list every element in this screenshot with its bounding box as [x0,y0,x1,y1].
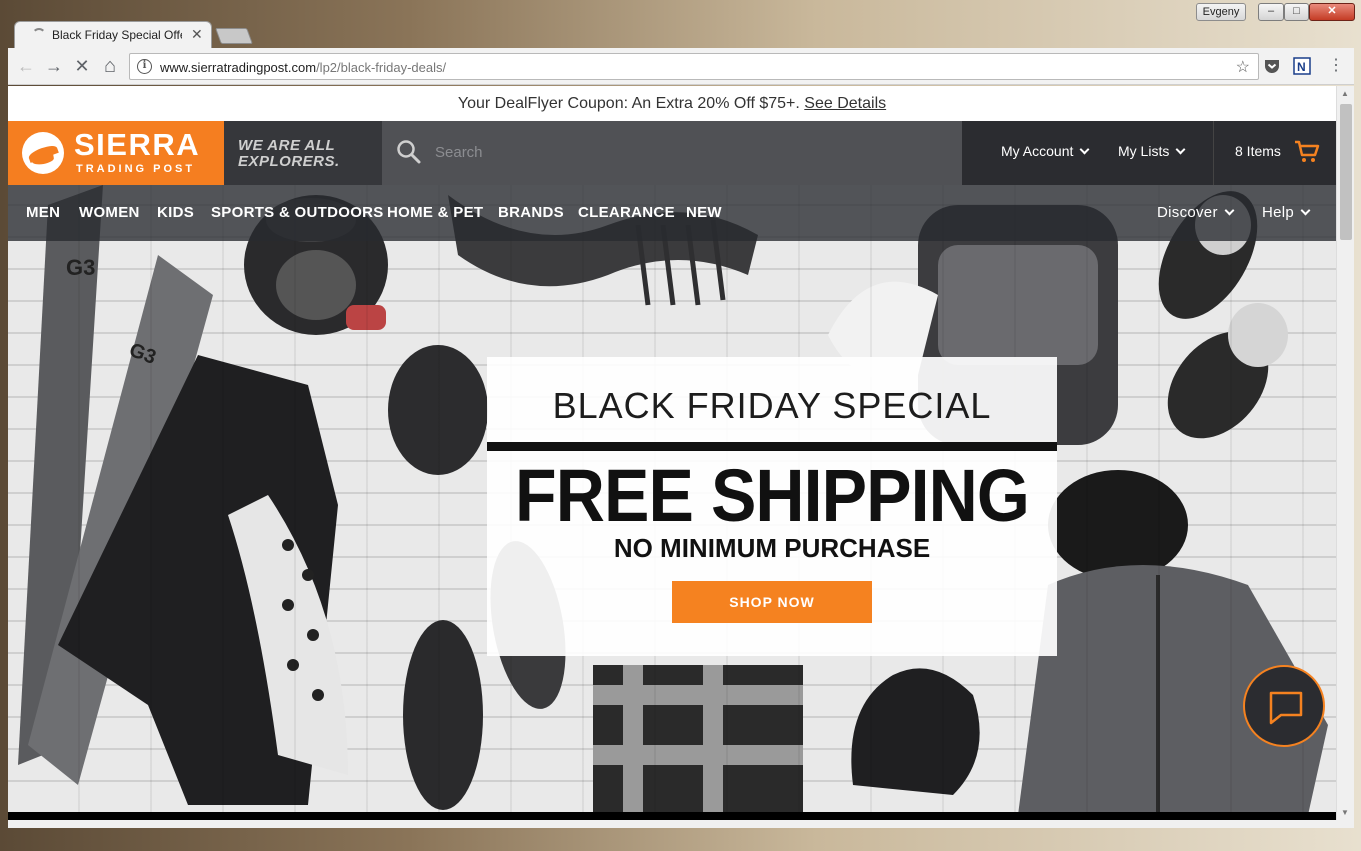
browser-menu-icon[interactable]: ⋮ [1326,56,1346,76]
tab-close-icon[interactable]: ✕ [191,26,203,43]
promo-subtitle: NO MINIMUM PURCHASE [613,533,931,563]
chevron-down-icon [1175,144,1186,155]
nav-item-home-pet[interactable]: HOME & PET [387,204,483,221]
site-info-icon[interactable]: i [137,59,152,74]
forward-icon[interactable]: → [44,56,64,76]
svg-text:G3: G3 [126,339,159,369]
chat-button[interactable] [1243,665,1325,747]
tagline: WE ARE ALL EXPLORERS. [224,121,382,185]
scroll-up-icon[interactable]: ▲ [1341,89,1349,98]
content-section-bar [8,812,1336,820]
chevron-down-icon [1300,205,1311,216]
logo-wordmark: SIERRA [74,127,201,162]
page-scrollbar[interactable]: ▲ ▼ [1336,86,1354,820]
loading-spinner-icon [32,28,46,42]
svg-text:N: N [1297,60,1306,74]
parka-image [1018,470,1328,812]
logo-mark-icon [22,132,64,174]
chevron-down-icon [1224,205,1235,216]
logo-subtitle: TRADING POST [76,163,196,175]
chevron-down-icon [1079,144,1090,155]
promo-divider [487,442,1057,451]
my-account-menu[interactable]: My Account [1001,143,1090,159]
cart-icon[interactable] [1294,140,1320,164]
nav-item-brands[interactable]: BRANDS [498,204,564,221]
tab-title: Black Friday Special Offe [52,28,182,42]
flannel-shirt-image [593,665,803,812]
bookmark-star-icon[interactable]: ☆ [1236,57,1250,77]
site-logo[interactable]: SIERRA TRADING POST [8,121,224,185]
address-bar[interactable]: i www.sierratradingpost.com/lp2/black-fr… [129,53,1259,80]
puffer-jacket-image [58,355,348,805]
cart-count[interactable]: 8 Items [1235,143,1281,159]
svg-text:G3: G3 [66,255,95,280]
search-input[interactable]: Search [382,121,962,185]
coupon-text: Your DealFlyer Coupon: An Extra 20% Off … [457,95,800,112]
nav-discover-menu[interactable]: Discover [1157,204,1235,221]
tagline-line2: EXPLORERS. [238,153,340,170]
profile-badge[interactable]: Evgeny [1196,3,1246,21]
nav-item-men[interactable]: MEN [26,204,60,221]
promo-eyebrow: BLACK FRIDAY SPECIAL [552,385,992,426]
nav-item-women[interactable]: WOMEN [79,204,140,221]
close-window-button[interactable]: ✕ [1309,3,1355,21]
nav-item-new[interactable]: NEW [686,204,722,221]
nav-item-clearance[interactable]: CLEARANCE [578,204,675,221]
site-header: SIERRA TRADING POST WE ARE ALL EXPLORERS… [8,121,1336,185]
promo-title: FREE SHIPPING [515,454,1030,537]
window-bottom-edge [8,820,1354,828]
back-icon[interactable]: ← [16,56,36,76]
my-lists-menu[interactable]: My Lists [1118,143,1186,159]
promo-card: BLACK FRIDAY SPECIAL FREE SHIPPING NO MI… [487,357,1057,656]
pocket-extension-icon[interactable] [1263,57,1281,75]
search-placeholder: Search [435,144,483,161]
stop-icon[interactable]: ✕ [72,56,92,76]
category-nav: MEN WOMEN KIDS SPORTS & OUTDOORS HOME & … [8,185,1336,241]
tagline-line1: WE ARE ALL [238,137,336,154]
nav-item-sports-outdoors[interactable]: SPORTS & OUTDOORS [211,204,384,221]
maximize-button[interactable]: □ [1284,3,1309,21]
chat-bubble-icon [1269,691,1303,725]
nav-item-kids[interactable]: KIDS [157,204,194,221]
page-viewport: Your DealFlyer Coupon: An Extra 20% Off … [8,86,1336,820]
minimize-button[interactable]: – [1258,3,1284,21]
new-tab-button[interactable] [215,28,253,44]
skis-image: G3 G3 [18,185,213,785]
nav-help-menu[interactable]: Help [1262,204,1311,221]
cart-divider [1213,121,1214,185]
shop-now-button[interactable]: SHOP NOW [672,581,872,623]
gloves-image [851,668,980,795]
scroll-down-icon[interactable]: ▼ [1341,808,1349,817]
coupon-banner: Your DealFlyer Coupon: An Extra 20% Off … [8,86,1336,121]
search-icon[interactable] [396,139,422,165]
browser-toolbar: ← → ✕ ⌂ i www.sierratradingpost.com/lp2/… [8,48,1354,85]
see-details-link[interactable]: See Details [804,95,886,112]
home-icon[interactable]: ⌂ [100,56,120,76]
scrollbar-thumb[interactable] [1340,104,1352,240]
browser-tab[interactable]: Black Friday Special Offe ✕ [14,21,212,49]
beanie-image [388,345,488,475]
news-extension-icon[interactable]: N [1293,57,1311,75]
url-text: www.sierratradingpost.com/lp2/black-frid… [160,60,447,75]
